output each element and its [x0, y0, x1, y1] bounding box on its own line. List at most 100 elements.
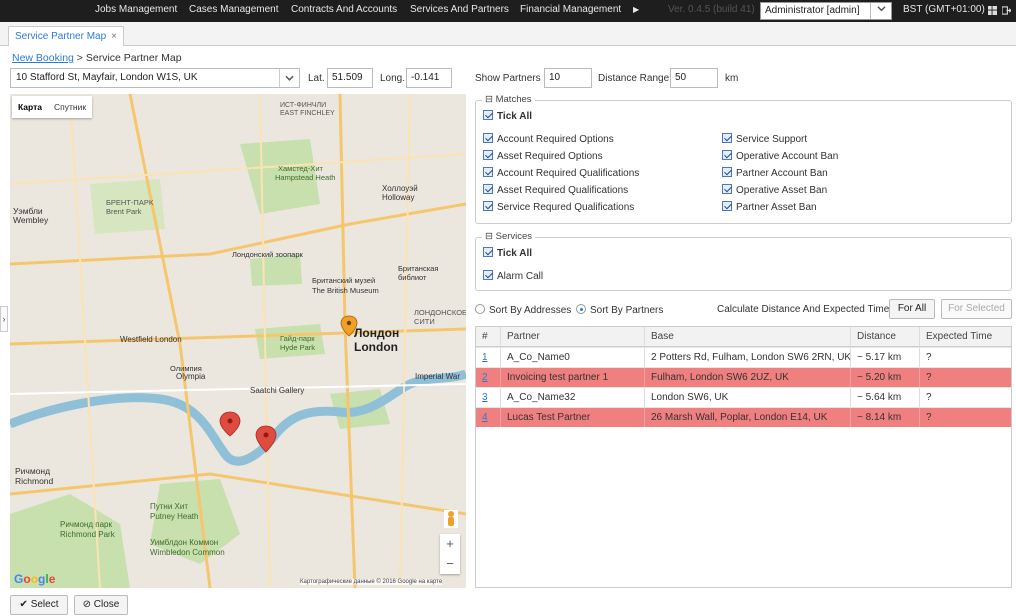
nav-more-arrow-icon[interactable]: ▶: [633, 0, 639, 22]
nav-financial-management[interactable]: Financial Management: [520, 0, 621, 22]
distance-range-label: Distance Range: [598, 73, 670, 84]
row-distance: ~ 8.14 km: [851, 408, 920, 427]
row-number-link[interactable]: 2: [476, 368, 501, 387]
row-base: London SW6, UK: [645, 388, 851, 407]
chevron-down-icon[interactable]: [279, 69, 299, 87]
latitude-input[interactable]: 51.509: [327, 68, 373, 88]
checkbox-asset-required-qualifications[interactable]: Asset Required Qualifications: [483, 184, 628, 196]
zoom-control: + −: [440, 534, 460, 574]
map-label-british-museum: Британский музей: [312, 276, 376, 285]
checkbox-account-required-options[interactable]: Account Required Options: [483, 133, 614, 145]
matches-tick-all-label: Tick All: [497, 111, 533, 122]
map-label-wimbledon: Уимблдон Коммон: [150, 538, 219, 547]
column-header-partner[interactable]: Partner: [501, 327, 645, 346]
checkbox-partner-asset-ban[interactable]: Partner Asset Ban: [722, 201, 817, 213]
breadcrumb-link-new-booking[interactable]: New Booking: [12, 52, 74, 64]
map-label-brent-park: БРЕНТ-ПАРК: [106, 198, 154, 207]
column-header-expected-time[interactable]: Expected Time: [920, 327, 1011, 346]
checkbox-operative-account-ban[interactable]: Operative Account Ban: [722, 150, 838, 162]
address-value: 10 Stafford St, Mayfair, London W1S, UK: [16, 72, 198, 83]
zoom-out-button[interactable]: −: [440, 554, 460, 574]
breadcrumb-separator: >: [76, 52, 83, 64]
layout-icon[interactable]: [988, 6, 997, 15]
row-number-link[interactable]: 1: [476, 348, 501, 367]
row-number-link[interactable]: 4: [476, 408, 501, 427]
checkbox-asset-required-options[interactable]: Asset Required Options: [483, 150, 603, 162]
checkbox-account-required-qualifications[interactable]: Account Required Qualifications: [483, 167, 639, 179]
checkbox-partner-account-ban[interactable]: Partner Account Ban: [722, 167, 828, 179]
address-select[interactable]: 10 Stafford St, Mayfair, London W1S, UK: [10, 68, 300, 88]
chevron-down-icon[interactable]: [875, 3, 887, 19]
map-label-richmond-park-en: Richmond Park: [60, 530, 115, 539]
column-header-number[interactable]: #: [476, 327, 501, 346]
row-partner: Invoicing test partner 1: [501, 368, 645, 387]
checkbox-label: Operative Account Ban: [736, 151, 839, 162]
matches-tick-all-checkbox[interactable]: Tick All: [483, 110, 532, 122]
checkbox-label: Asset Required Qualifications: [497, 185, 629, 196]
map-credit[interactable]: Картографические данные © 2016 Google на…: [300, 579, 443, 585]
checkbox-operative-asset-ban[interactable]: Operative Asset Ban: [722, 184, 827, 196]
table-row[interactable]: 1 A_Co_Name0 2 Potters Rd, Fulham, Londo…: [476, 347, 1011, 367]
row-base: 26 Marsh Wall, Poplar, London E14, UK: [645, 408, 851, 427]
map-label-putney-heath-en: Putney Heath: [150, 512, 199, 521]
column-header-distance[interactable]: Distance: [851, 327, 920, 346]
table-row[interactable]: 2 Invoicing test partner 1 Fulham, Londo…: [476, 367, 1011, 387]
for-all-button[interactable]: For All: [889, 299, 935, 319]
exit-icon[interactable]: [1002, 6, 1011, 15]
close-button[interactable]: ⊘ Close: [74, 595, 128, 615]
tab-service-partner-map[interactable]: Service Partner Map ×: [8, 26, 124, 46]
services-legend[interactable]: ⊟ Services: [482, 231, 536, 242]
nav-cases-management[interactable]: Cases Management: [189, 0, 279, 22]
for-selected-button[interactable]: For Selected: [941, 299, 1012, 319]
sort-by-partners-radio[interactable]: Sort By Partners: [576, 304, 663, 316]
map-label-london: Лондон: [354, 326, 400, 340]
column-header-base[interactable]: Base: [645, 327, 851, 346]
map-label-east-finchley-en: EAST FINCHLEY: [280, 110, 335, 117]
checkbox-label: Operative Asset Ban: [736, 185, 828, 196]
table-row[interactable]: 4 Lucas Test Partner 26 Marsh Wall, Popl…: [476, 407, 1011, 427]
timezone-label: BST (GMT+01:00): [903, 4, 985, 15]
longitude-input[interactable]: -0.141: [406, 68, 452, 88]
nav-services-and-partners[interactable]: Services And Partners: [410, 0, 509, 22]
row-expected-time: ?: [926, 392, 932, 403]
nav-contracts-and-accounts[interactable]: Contracts And Accounts: [291, 0, 397, 22]
google-logo: Google: [14, 572, 56, 586]
checkbox-alarm-call[interactable]: Alarm Call: [483, 270, 543, 282]
street-view-pegman-icon[interactable]: [444, 510, 458, 528]
map-label-richmond-park: Ричмонд парк: [60, 520, 112, 529]
row-number-link[interactable]: 3: [476, 388, 501, 407]
map-view[interactable]: ИСТ-ФИНЧЛИ EAST FINCHLEY Хамстед-Хит Ham…: [10, 94, 466, 588]
checkbox-label: Account Required Qualifications: [497, 168, 640, 179]
map-label-richmond: Ричмонд: [15, 466, 51, 476]
user-select-value: Administrator [admin]: [765, 5, 860, 16]
close-icon[interactable]: ×: [111, 31, 117, 42]
select-button-label: Select: [30, 599, 59, 610]
nav-jobs-management[interactable]: Jobs Management: [95, 0, 177, 22]
row-base: 2 Potters Rd, Fulham, London SW6 2RN, UK: [645, 348, 851, 367]
map-label-london-en: London: [354, 340, 398, 354]
checkbox-label: Service Support: [736, 134, 808, 145]
row-partner: A_Co_Name0: [501, 348, 645, 367]
matches-legend[interactable]: ⊟ Matches: [482, 94, 535, 105]
row-expected-time: ?: [926, 412, 932, 423]
radio-label: Sort By Partners: [590, 305, 664, 316]
zoom-in-button[interactable]: +: [440, 534, 460, 554]
matches-legend-label: Matches: [495, 94, 532, 105]
map-label-hyde-park: Гайд-парк: [280, 334, 315, 343]
sort-by-addresses-radio[interactable]: Sort By Addresses: [475, 304, 571, 316]
services-tick-all-checkbox[interactable]: Tick All: [483, 247, 532, 259]
row-partner: Lucas Test Partner: [501, 408, 645, 427]
map-type-satellite-button[interactable]: Спутник: [48, 102, 92, 112]
map-label-westfield: Westfield London: [120, 335, 182, 344]
collapse-panel-handle[interactable]: ›: [0, 306, 8, 332]
map-type-map-button[interactable]: Карта: [12, 102, 48, 112]
distance-range-input[interactable]: 50: [670, 68, 718, 88]
user-select[interactable]: Administrator [admin]: [760, 2, 892, 20]
checkbox-service-support[interactable]: Service Support: [722, 133, 807, 145]
show-partners-input[interactable]: 10: [544, 68, 592, 88]
map-label-british-museum-en: The British Museum: [312, 286, 379, 295]
radio-label: Sort By Addresses: [489, 305, 572, 316]
select-button[interactable]: ✔ Select: [10, 595, 68, 615]
table-row[interactable]: 3 A_Co_Name32 London SW6, UK ~ 5.64 km ?: [476, 387, 1011, 407]
checkbox-service-required-qualifications[interactable]: Service Requred Qualifications: [483, 201, 634, 213]
